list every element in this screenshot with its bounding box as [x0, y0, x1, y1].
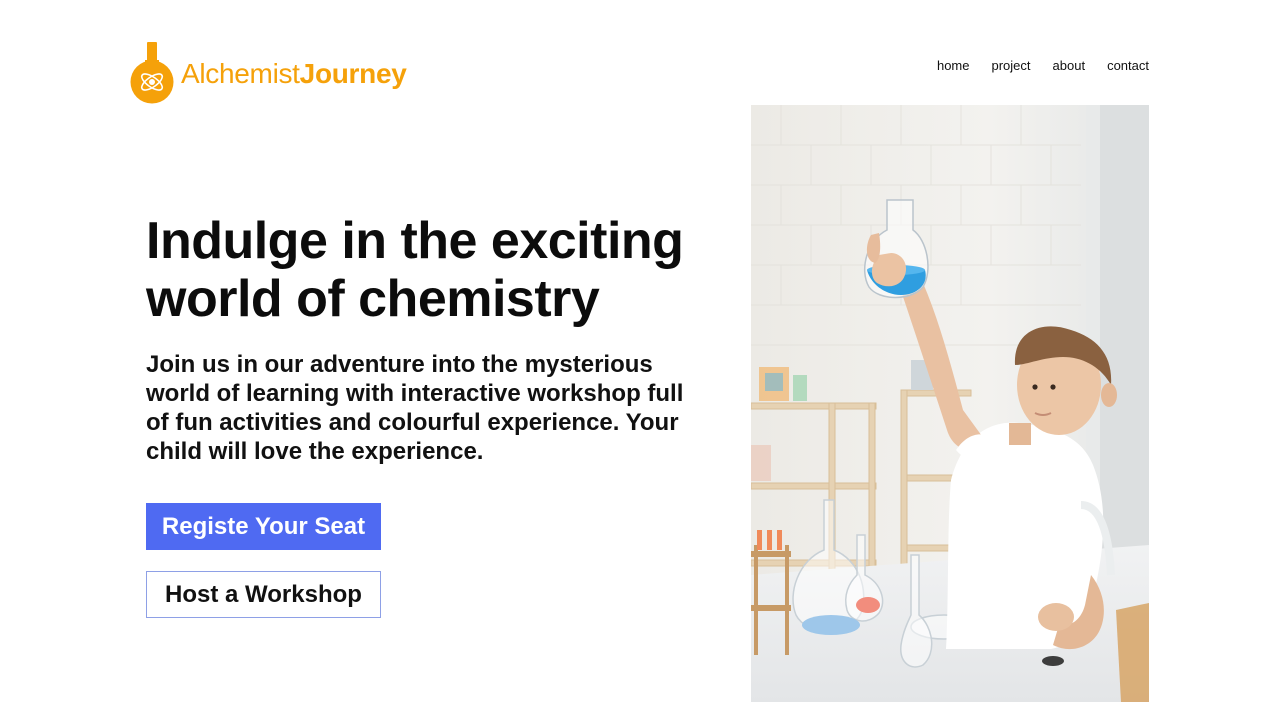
hero-title: Indulge in the exciting world of chemist…	[146, 212, 684, 328]
child-with-flask-illustration	[751, 105, 1149, 702]
brand-name-light: Alchemist	[181, 58, 300, 89]
nav-item-contact[interactable]: contact	[1107, 58, 1149, 74]
register-seat-button[interactable]: Registe Your Seat	[146, 503, 381, 550]
hero-image	[751, 105, 1149, 702]
nav-item-home[interactable]: home	[937, 58, 970, 74]
brand-name: AlchemistJourney	[181, 60, 407, 88]
hero-description: Join us in our adventure into the myster…	[146, 351, 684, 465]
brand-logo[interactable]: AlchemistJourney	[130, 42, 407, 104]
flask-atom-icon	[130, 42, 174, 104]
nav-item-project[interactable]: project	[992, 58, 1031, 74]
host-workshop-button[interactable]: Host a Workshop	[146, 571, 381, 618]
main-nav: home project about contact	[937, 58, 1149, 74]
nav-item-about[interactable]: about	[1053, 58, 1086, 74]
brand-name-bold: Journey	[299, 58, 407, 89]
